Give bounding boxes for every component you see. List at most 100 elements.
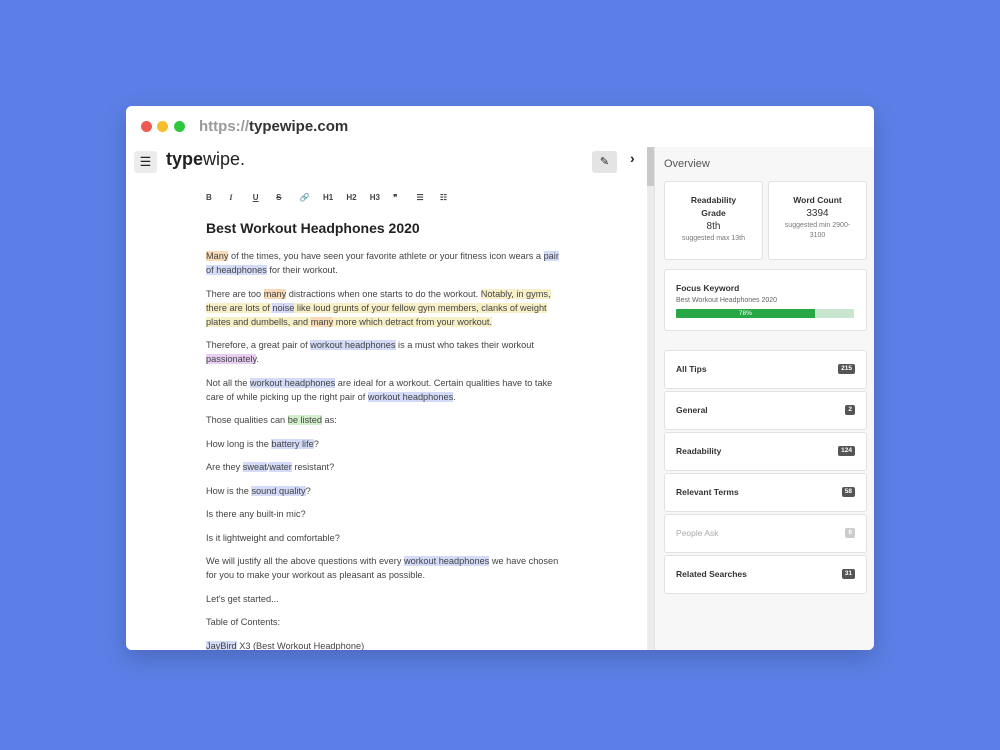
readability-value: 8th [706, 221, 721, 232]
highlight-keyword: JayBird [206, 640, 237, 650]
readability-label: Readability Grade [690, 195, 737, 218]
overview-sidebar: Overview Readability Grade 8th suggested… [654, 147, 874, 650]
text: . [256, 354, 259, 364]
text: . [453, 391, 456, 402]
document-body[interactable]: Best Workout Headphones 2020 Many of the… [206, 219, 566, 650]
text: as: [321, 415, 337, 425]
highlight-keyword: workout headphones [367, 391, 454, 402]
text: There are too [206, 288, 264, 299]
tip-count-badge: 31 [841, 569, 855, 579]
highlight-keyword: battery life [271, 438, 314, 449]
address-bar[interactable]: https://typewipe.com [199, 118, 348, 135]
browser-window: https://typewipe.com ☰ typewipe. ✎ › B I… [126, 106, 874, 650]
close-window-button[interactable] [141, 121, 152, 132]
tip-readability[interactable]: Readability 124 [664, 432, 867, 471]
strikethrough-button[interactable]: S [276, 191, 299, 205]
tip-label: Readability [676, 446, 722, 456]
highlight-keyword: workout headphones [249, 377, 336, 388]
tip-all-tips[interactable]: All Tips 215 [664, 350, 867, 389]
menu-icon[interactable]: ☰ [134, 151, 157, 173]
paragraph[interactable]: Let's get started... [206, 592, 566, 606]
paragraph[interactable]: Therefore, a great pair of workout headp… [206, 338, 566, 366]
editor-scrollbar[interactable] [647, 147, 654, 650]
readability-grade-card: Readability Grade 8th suggested max 13th [664, 181, 763, 260]
app-logo: typewipe. [166, 149, 245, 170]
text: How is the [206, 485, 252, 496]
heading2-button[interactable]: H2 [346, 191, 369, 205]
tip-label: Related Searches [676, 569, 747, 579]
text: resistant? [291, 462, 335, 472]
progress-percent: 78% [738, 310, 752, 317]
tip-count-badge: 58 [841, 487, 855, 497]
scrollbar-thumb[interactable] [647, 147, 654, 186]
text: Therefore, a great pair of [206, 340, 311, 350]
numbered-list-icon[interactable]: ☷ [440, 191, 463, 205]
highlight-keyword: sound quality [251, 485, 306, 496]
highlight-keyword: workout headphones [403, 556, 490, 566]
text: We will justify all the above questions … [206, 556, 404, 566]
paragraph[interactable]: Many of the times, you have seen your fa… [206, 249, 566, 277]
heading3-button[interactable]: H3 [370, 191, 393, 205]
text: for their workout. [266, 265, 338, 275]
focus-keyword-card: Focus Keyword Best Workout Headphones 20… [664, 269, 867, 331]
blockquote-icon[interactable]: ❞ [393, 191, 416, 205]
paragraph[interactable]: Is there any built-in mic? [206, 507, 566, 521]
text: of the times, you have seen your favorit… [228, 251, 544, 261]
paragraph[interactable]: Is it lightweight and comfortable? [206, 531, 566, 545]
logo-rest: wipe. [203, 149, 246, 169]
link-icon[interactable]: 🔗 [300, 191, 323, 205]
text: Not all the [206, 377, 250, 388]
word-count-note: suggested min 2900-3100 [784, 222, 851, 239]
browser-titlebar: https://typewipe.com [126, 106, 874, 148]
paragraph[interactable]: We will justify all the above questions … [206, 554, 566, 582]
focus-keyword-progress: 78% [676, 309, 854, 318]
highlight-keyword: sweat [242, 462, 267, 472]
highlight-keyword: water [269, 462, 292, 472]
logo-bold: type [166, 149, 204, 169]
heading1-button[interactable]: H1 [323, 191, 346, 205]
bold-button[interactable]: B [206, 191, 229, 205]
pen-icon[interactable]: ✎ [592, 151, 617, 173]
paragraph[interactable]: Are they sweat/water resistant? [206, 460, 566, 474]
highlight-adverb: passionately [206, 354, 257, 364]
tip-count-badge: 2 [845, 405, 855, 415]
highlight-overused: many [310, 316, 334, 327]
tip-label: General [676, 405, 708, 415]
paragraph[interactable]: Table of Contents: [206, 615, 566, 629]
document-title[interactable]: Best Workout Headphones 2020 [206, 219, 566, 237]
text: distractions when one starts to do the w… [286, 288, 481, 299]
readability-note: suggested max 13th [681, 235, 746, 242]
text: more which detract from your workout. [333, 316, 492, 327]
maximize-window-button[interactable] [174, 121, 185, 132]
bullet-list-icon[interactable]: ☰ [417, 191, 440, 205]
highlight-overused: Many [206, 251, 229, 261]
word-count-value: 3394 [806, 208, 829, 219]
url-host: typewipe.com [249, 118, 349, 135]
highlight-overused: many [263, 288, 287, 299]
tip-label: All Tips [676, 364, 707, 374]
paragraph[interactable]: How is the sound quality? [206, 484, 566, 498]
text: Those qualities can [206, 415, 288, 425]
text: ? [305, 485, 311, 496]
tip-people-ask[interactable]: People Ask 0 [664, 514, 867, 553]
italic-button[interactable]: I [229, 191, 252, 205]
paragraph[interactable]: There are too many distractions when one… [206, 287, 566, 329]
minimize-window-button[interactable] [157, 121, 168, 132]
tip-general[interactable]: General 2 [664, 391, 867, 430]
text: How long is the [206, 438, 272, 449]
formatting-toolbar: B I U S 🔗 H1 H2 H3 ❞ ☰ ☷ [206, 191, 463, 205]
paragraph[interactable]: Not all the workout headphones are ideal… [206, 376, 566, 404]
paragraph[interactable]: Those qualities can be listed as: [206, 413, 566, 427]
paragraph[interactable]: JayBird X3 (Best Workout Headphone) [206, 639, 566, 651]
word-count-label: Word Count [793, 195, 842, 205]
underline-button[interactable]: U [253, 191, 276, 205]
word-count-card: Word Count 3394 suggested min 2900-3100 [768, 181, 867, 260]
tip-relevant-terms[interactable]: Relevant Terms 58 [664, 473, 867, 512]
text: X3 (Best Workout Headphone) [236, 640, 365, 651]
paragraph[interactable]: How long is the battery life? [206, 437, 566, 451]
highlight-keyword: noise [272, 302, 295, 313]
tip-related-searches[interactable]: Related Searches 31 [664, 555, 867, 594]
focus-keyword-label: Focus Keyword [676, 283, 740, 293]
text: is a must who takes their workout [395, 340, 534, 350]
chevron-right-icon[interactable]: › [630, 150, 635, 166]
